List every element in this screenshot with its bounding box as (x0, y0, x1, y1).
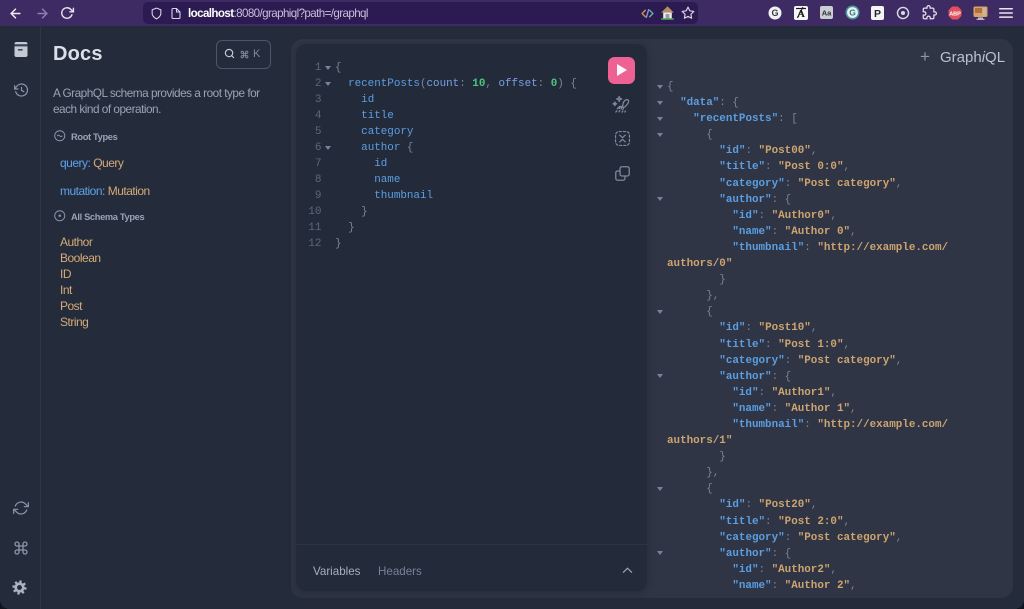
svg-text:Aa: Aa (822, 9, 832, 18)
svg-text:ABP: ABP (949, 11, 961, 17)
svg-text:G: G (849, 8, 856, 18)
svg-text:P: P (874, 8, 881, 20)
svg-text:G: G (771, 8, 778, 18)
